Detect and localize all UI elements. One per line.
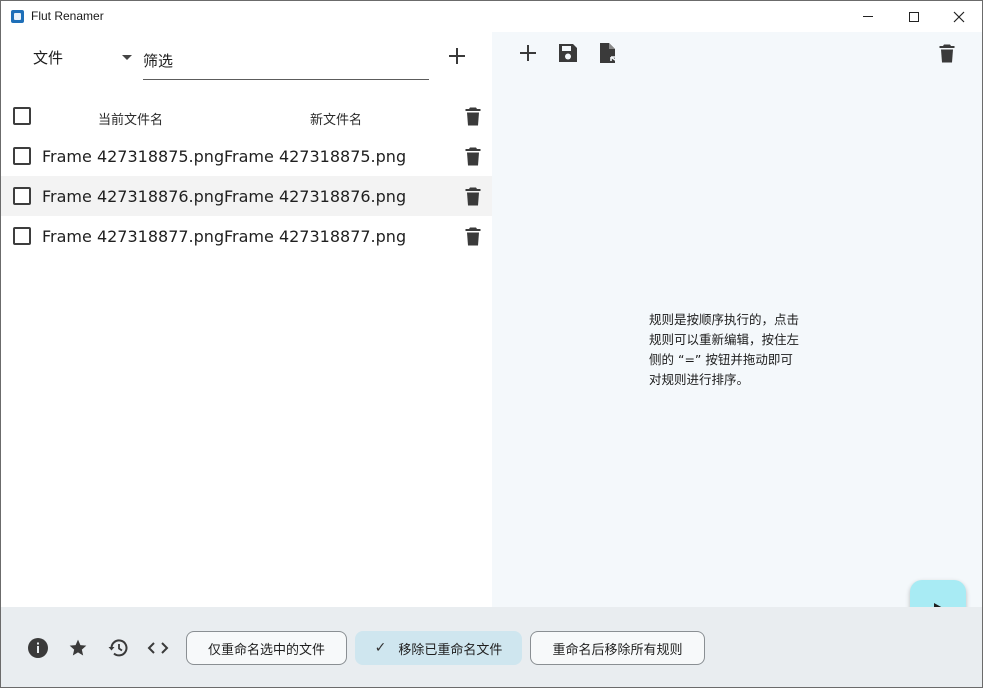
rules-panel: 规则是按顺序执行的，点击 规则可以重新编辑，按住左 侧的 “=” 按钮并拖动即可… (492, 32, 982, 636)
clear-rules-after-rename-toggle[interactable]: 重命名后移除所有规则 (530, 631, 705, 665)
file-type-dropdown[interactable]: 文件 (11, 40, 136, 74)
delete-file-button[interactable] (463, 145, 483, 167)
close-icon (953, 11, 965, 22)
plus-icon (449, 48, 465, 64)
filter-input[interactable] (143, 42, 429, 80)
file-row-checkbox[interactable] (13, 187, 31, 205)
caret-down-icon (122, 55, 132, 60)
save-rules-button[interactable] (555, 40, 581, 66)
remove-renamed-files-label: 移除已重命名文件 (398, 642, 503, 658)
file-row[interactable]: Frame 427318875.png Frame 427318875.png (1, 136, 492, 176)
title-bar: Flut Renamer (1, 1, 982, 32)
window-title: Flut Renamer (31, 9, 104, 23)
hint-line: 侧的 “=” 按钮并拖动即可 (649, 352, 793, 367)
clear-rules-after-rename-label: 重命名后移除所有规则 (552, 642, 683, 658)
file-current-name: Frame 427318875.png (42, 147, 225, 166)
maximize-button[interactable] (891, 1, 937, 32)
trash-icon (465, 187, 481, 205)
trash-icon (465, 227, 481, 245)
file-new-name: Frame 427318876.png (224, 187, 407, 206)
maximize-icon (909, 11, 919, 22)
file-type-dropdown-value: 文件 (33, 48, 64, 67)
file-row[interactable]: Frame 427318876.png Frame 427318876.png (1, 176, 492, 216)
hint-line: 对规则进行排序。 (649, 372, 750, 387)
file-row-checkbox[interactable] (13, 227, 31, 245)
file-list-panel: 文件 当前文件名 新文件名 Frame 427318875.png (1, 32, 492, 607)
star-button[interactable] (66, 636, 90, 660)
file-current-name: Frame 427318876.png (42, 187, 225, 206)
file-table-header: 当前文件名 新文件名 (1, 96, 492, 136)
rules-hint-text: 规则是按顺序执行的，点击 规则可以重新编辑，按住左 侧的 “=” 按钮并拖动即可… (649, 310, 824, 390)
check-icon: ✓ (374, 640, 387, 656)
file-row[interactable]: Frame 427318877.png Frame 427318877.png (1, 216, 492, 256)
remove-renamed-files-toggle[interactable]: ✓ 移除已重命名文件 (355, 631, 522, 665)
delete-all-files-button[interactable] (463, 105, 483, 127)
star-icon (69, 639, 87, 656)
minimize-icon (863, 16, 873, 17)
history-button[interactable] (106, 636, 130, 660)
add-files-button[interactable] (444, 43, 470, 69)
clear-rules-button[interactable] (934, 40, 960, 66)
trash-icon (939, 44, 955, 62)
delete-file-button[interactable] (463, 185, 483, 207)
close-button[interactable] (936, 1, 982, 32)
bottom-bar: 仅重命名选中的文件 ✓ 移除已重命名文件 重命名后移除所有规则 (1, 607, 982, 687)
file-new-name: Frame 427318875.png (224, 147, 407, 166)
code-icon (147, 642, 169, 654)
file-export-icon (600, 43, 619, 63)
delete-file-button[interactable] (463, 225, 483, 247)
info-button[interactable] (26, 636, 50, 660)
column-header-new-name: 新文件名 (310, 113, 363, 128)
add-rule-button[interactable] (515, 40, 541, 66)
minimize-button[interactable] (845, 1, 891, 32)
load-rules-button[interactable] (596, 40, 622, 66)
plus-icon (520, 45, 536, 61)
history-icon (108, 639, 128, 657)
hint-line: 规则是按顺序执行的，点击 (649, 312, 800, 327)
file-row-checkbox[interactable] (13, 147, 31, 165)
column-header-current-name: 当前文件名 (98, 113, 164, 128)
save-icon (559, 44, 577, 62)
file-current-name: Frame 427318877.png (42, 227, 225, 246)
hint-line: 规则可以重新编辑，按住左 (649, 332, 800, 347)
app-logo-icon (11, 10, 24, 23)
trash-icon (465, 107, 481, 125)
file-new-name: Frame 427318877.png (224, 227, 407, 246)
rename-selected-only-label: 仅重命名选中的文件 (207, 642, 325, 658)
rename-selected-only-toggle[interactable]: 仅重命名选中的文件 (186, 631, 347, 665)
info-icon (28, 638, 48, 658)
select-all-checkbox[interactable] (13, 107, 31, 125)
code-button[interactable] (146, 636, 170, 660)
app-window: Flut Renamer 文件 当前文件名 新文件名 (0, 0, 983, 688)
trash-icon (465, 147, 481, 165)
